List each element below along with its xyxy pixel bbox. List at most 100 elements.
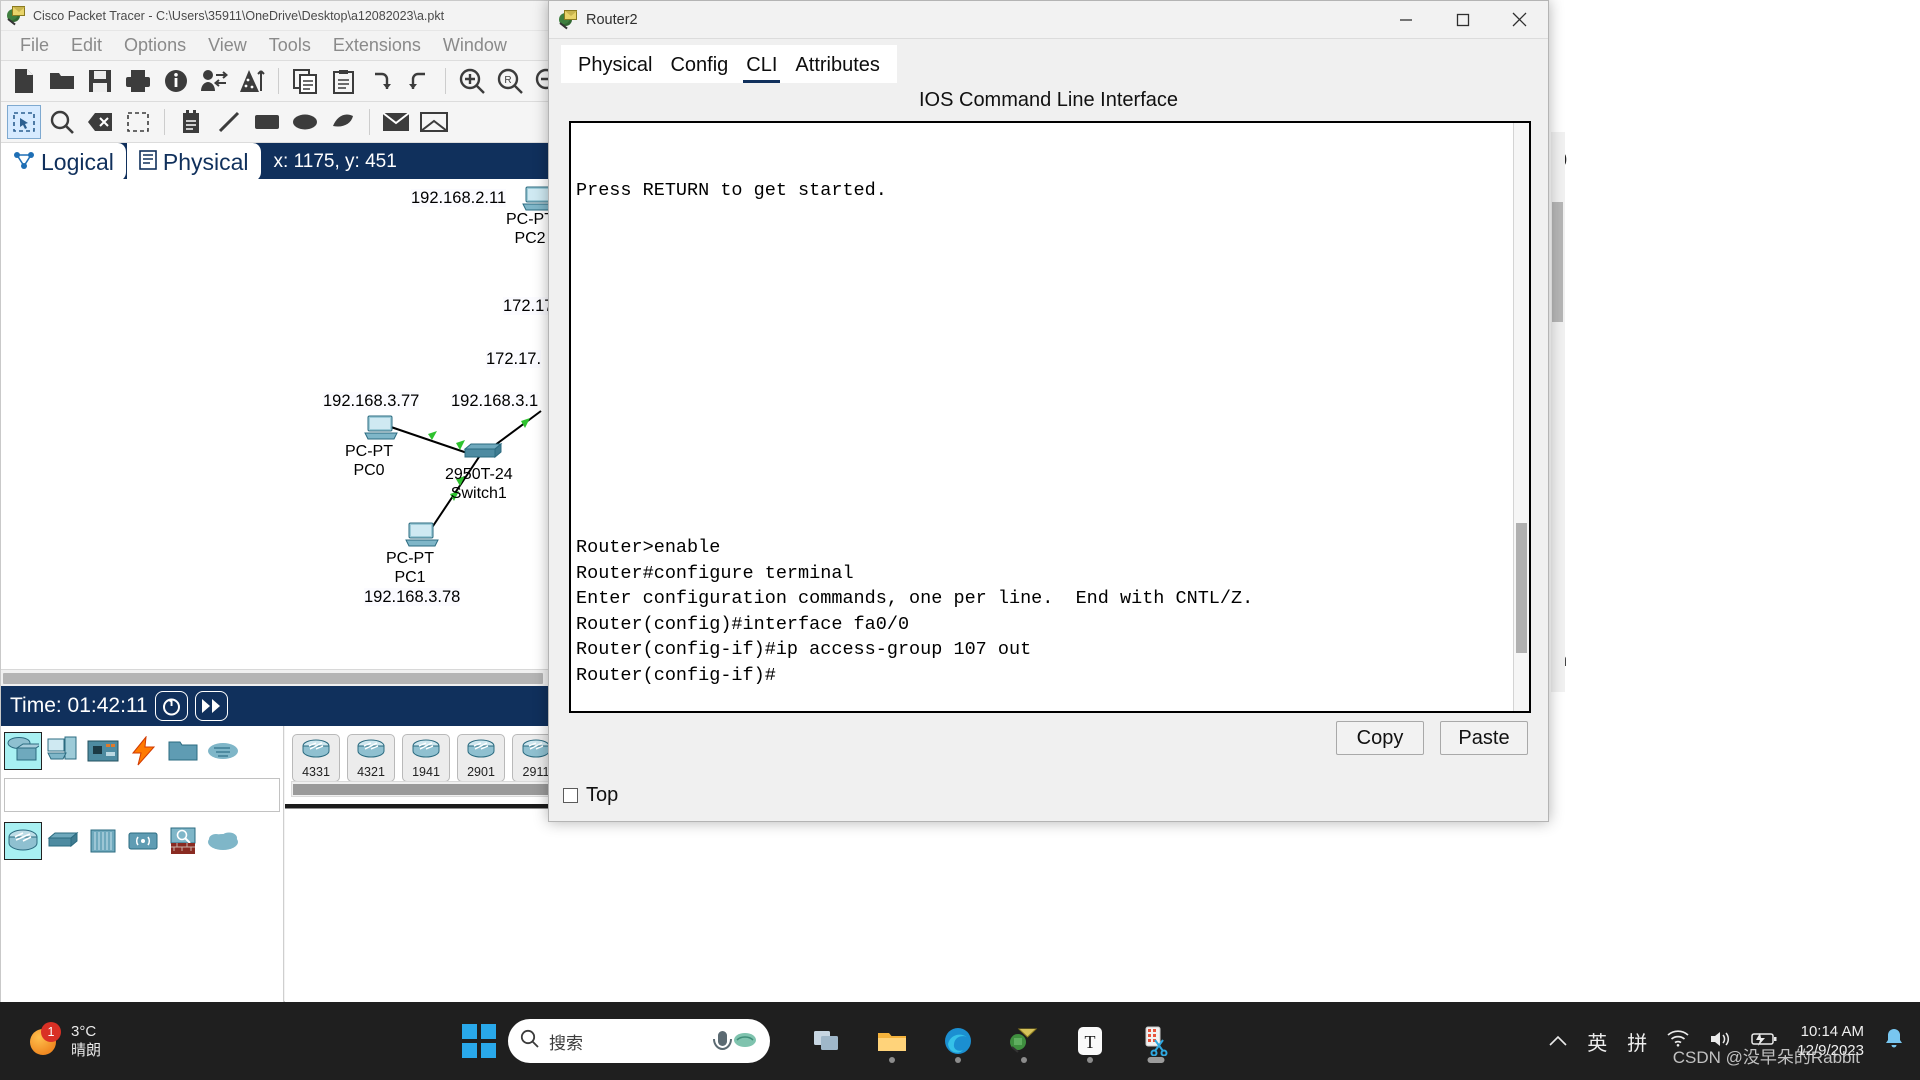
device-label: 2950T-24 Switch1 bbox=[445, 466, 513, 502]
menu-window[interactable]: Window bbox=[432, 34, 518, 57]
paste-icon[interactable] bbox=[326, 64, 360, 98]
menu-tools[interactable]: Tools bbox=[258, 34, 322, 57]
voice-mic-icon[interactable] bbox=[712, 1026, 758, 1056]
pc-device-icon[interactable] bbox=[405, 522, 439, 548]
resize-shape-icon[interactable] bbox=[121, 105, 155, 139]
note-icon[interactable] bbox=[174, 105, 208, 139]
packet-tracer-taskbar-icon[interactable] bbox=[1000, 1015, 1048, 1067]
router2-content: Physical Config CLI Attributes IOS Comma… bbox=[549, 38, 1548, 821]
network-devices-icon[interactable] bbox=[4, 732, 42, 770]
tab-config[interactable]: Config bbox=[661, 51, 737, 83]
activity-wizard-icon[interactable] bbox=[197, 64, 231, 98]
minimize-icon[interactable] bbox=[1377, 1, 1434, 38]
logical-view-button[interactable]: Logical bbox=[1, 143, 127, 181]
device-label: PC-PT PC0 bbox=[345, 443, 393, 479]
wireless-devices-icon[interactable] bbox=[124, 822, 162, 860]
copy-button[interactable]: Copy bbox=[1336, 721, 1424, 755]
close-icon[interactable] bbox=[1491, 1, 1548, 38]
menu-file[interactable]: File bbox=[9, 34, 60, 57]
edge-browser-icon[interactable] bbox=[934, 1015, 982, 1067]
multiuser-connection-icon[interactable] bbox=[204, 732, 242, 770]
top-checkbox[interactable] bbox=[563, 788, 578, 803]
cursor-coordinates: x: 1175, y: 451 bbox=[273, 151, 397, 172]
physical-view-button[interactable]: Physical bbox=[126, 143, 262, 181]
bell-icon[interactable] bbox=[1884, 1028, 1904, 1055]
open-folder-icon[interactable] bbox=[45, 64, 79, 98]
tab-cli[interactable]: CLI bbox=[737, 51, 786, 83]
device-model-item[interactable]: 4321 bbox=[347, 734, 395, 782]
maximize-icon[interactable] bbox=[1434, 1, 1491, 38]
ime-mode-indicator[interactable]: 拼 bbox=[1627, 1027, 1647, 1056]
draw-ellipse-icon[interactable] bbox=[288, 105, 322, 139]
end-devices-icon[interactable] bbox=[44, 732, 82, 770]
switch-device-icon[interactable] bbox=[463, 441, 503, 463]
zoom-reset-icon[interactable]: R bbox=[493, 64, 527, 98]
fast-forward-icon[interactable] bbox=[194, 691, 228, 721]
menu-extensions[interactable]: Extensions bbox=[322, 34, 432, 57]
pc-device-icon[interactable] bbox=[364, 415, 398, 441]
save-icon[interactable] bbox=[83, 64, 117, 98]
inspect-icon[interactable] bbox=[45, 105, 79, 139]
menu-edit[interactable]: Edit bbox=[60, 34, 113, 57]
new-file-icon[interactable] bbox=[7, 64, 41, 98]
multiuser-icon[interactable] bbox=[235, 64, 269, 98]
weather-text: 3°C 晴朗 bbox=[71, 1022, 101, 1060]
wan-emulation-icon[interactable] bbox=[204, 822, 242, 860]
undo-icon[interactable] bbox=[364, 64, 398, 98]
snipping-tool-icon[interactable] bbox=[1132, 1015, 1180, 1067]
toolbar-separator-4 bbox=[369, 109, 370, 135]
top-checkbox-row[interactable]: Top bbox=[563, 784, 618, 807]
app-running-dot bbox=[1147, 1057, 1165, 1063]
app-running-dot bbox=[955, 1057, 961, 1063]
draw-rect-icon[interactable] bbox=[250, 105, 284, 139]
redo-icon[interactable] bbox=[402, 64, 436, 98]
node-label: 172.17. bbox=[486, 350, 542, 369]
add-simple-pdu-icon[interactable] bbox=[379, 105, 413, 139]
device-model-item[interactable]: 2901 bbox=[457, 734, 505, 782]
palette-search-area[interactable] bbox=[4, 778, 280, 812]
security-devices-icon[interactable] bbox=[164, 822, 202, 860]
miscellaneous-icon[interactable] bbox=[164, 732, 202, 770]
info-icon[interactable] bbox=[159, 64, 193, 98]
power-cycle-icon[interactable] bbox=[154, 691, 188, 721]
switches-icon[interactable] bbox=[44, 822, 82, 860]
chevron-up-icon[interactable] bbox=[1549, 1030, 1567, 1053]
device-model-label: 4321 bbox=[357, 765, 385, 779]
print-icon[interactable] bbox=[121, 64, 155, 98]
background-scrollbar[interactable] bbox=[1551, 132, 1565, 692]
add-complex-pdu-icon[interactable] bbox=[417, 105, 451, 139]
draw-freeform-icon[interactable] bbox=[326, 105, 360, 139]
device-model-item[interactable]: 1941 bbox=[402, 734, 450, 782]
hubs-icon[interactable] bbox=[84, 822, 122, 860]
search-input[interactable]: 搜索 bbox=[508, 1019, 770, 1063]
cli-vertical-scrollbar[interactable] bbox=[1513, 123, 1529, 711]
cli-output-text[interactable]: Press RETURN to get started. Router>enab… bbox=[576, 127, 1511, 709]
zoom-in-icon[interactable] bbox=[455, 64, 489, 98]
paste-button[interactable]: Paste bbox=[1440, 721, 1528, 755]
node-label: 192.168.2.11 bbox=[411, 189, 507, 208]
weather-widget[interactable]: 1 3°C 晴朗 bbox=[28, 1022, 101, 1060]
copy-icon[interactable] bbox=[288, 64, 322, 98]
windows-start-icon[interactable] bbox=[462, 1024, 496, 1058]
router2-titlebar[interactable]: Router2 bbox=[549, 1, 1548, 38]
scrollbar-thumb[interactable] bbox=[1516, 523, 1527, 653]
select-icon[interactable] bbox=[7, 105, 41, 139]
routers-icon[interactable] bbox=[4, 822, 42, 860]
typora-icon[interactable]: T bbox=[1066, 1015, 1114, 1067]
file-explorer-icon[interactable] bbox=[868, 1015, 916, 1067]
cli-terminal[interactable]: Press RETURN to get started. Router>enab… bbox=[569, 121, 1531, 713]
scrollbar-thumb[interactable] bbox=[1552, 202, 1563, 322]
delete-icon[interactable] bbox=[83, 105, 117, 139]
task-view-icon[interactable] bbox=[802, 1015, 850, 1067]
tab-physical[interactable]: Physical bbox=[569, 51, 661, 83]
device-model-item[interactable]: 4331 bbox=[292, 734, 340, 782]
menu-options[interactable]: Options bbox=[113, 34, 197, 57]
tab-attributes[interactable]: Attributes bbox=[786, 51, 888, 83]
menu-view[interactable]: View bbox=[197, 34, 258, 57]
ime-language-indicator[interactable]: 英 bbox=[1587, 1027, 1607, 1056]
device-type-palette bbox=[1, 726, 284, 1003]
connections-icon[interactable] bbox=[124, 732, 162, 770]
components-icon[interactable] bbox=[84, 732, 122, 770]
scrollbar-thumb[interactable] bbox=[3, 673, 543, 684]
draw-line-icon[interactable] bbox=[212, 105, 246, 139]
